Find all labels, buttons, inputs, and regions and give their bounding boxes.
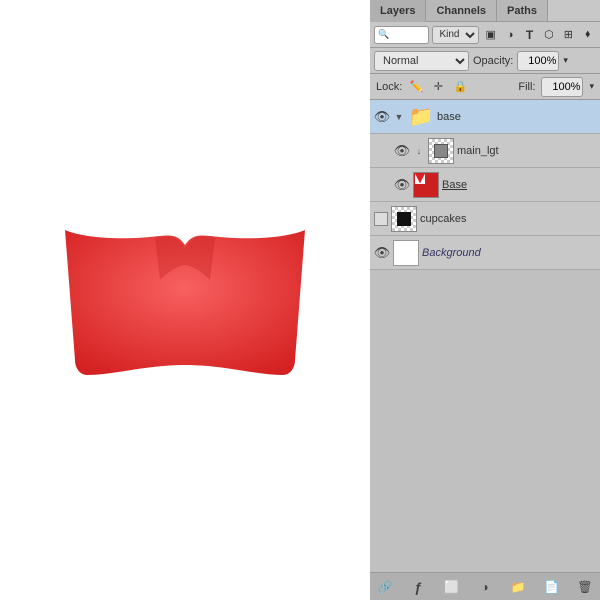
add-mask-btn[interactable]: ⬜ [443, 578, 461, 596]
lock-move-btn[interactable]: ✛ [430, 79, 446, 95]
fill-input[interactable] [541, 77, 583, 97]
layer-item-background[interactable]: 👁 Background [370, 236, 600, 270]
visibility-eye-base[interactable]: 👁 [374, 109, 390, 125]
kind-select[interactable]: Kind [432, 26, 479, 44]
layer-thumb-base [413, 172, 439, 198]
adjustment-filter-icon[interactable]: ◑ [502, 26, 518, 44]
layer-name-base-group: base [437, 111, 596, 123]
canvas [0, 0, 370, 600]
blend-mode-select[interactable]: Normal Multiply Screen Overlay [374, 51, 469, 71]
opacity-input[interactable] [517, 51, 559, 71]
layer-thumb-base-group: 📁 [408, 104, 434, 130]
blend-row: Normal Multiply Screen Overlay Opacity: … [370, 48, 600, 74]
lock-label: Lock: [376, 81, 402, 93]
fill-dropdown-arrow[interactable]: ▾ [589, 81, 594, 92]
toolbar-row: 🔍 Kind ▣ ◑ T ⬡ ⊞ ⬧ [370, 22, 600, 48]
pixel-filter-icon[interactable]: ▣ [482, 26, 498, 44]
visibility-checkbox-cupcakes[interactable] [374, 212, 388, 226]
add-style-btn[interactable]: ƒ [409, 578, 427, 596]
expand-base-group[interactable]: ▼ [393, 111, 405, 123]
visibility-eye-background[interactable]: 👁 [374, 245, 390, 261]
layer-item-base[interactable]: 👁 Base [370, 168, 600, 202]
layer-name-main-lgt: main_lgt [457, 145, 596, 157]
layer-name-cupcakes: cupcakes [420, 213, 596, 225]
bottom-bar: 🔗 ƒ ⬜ ◑ 📁 📄 🗑 [370, 572, 600, 600]
search-box[interactable]: 🔍 [374, 26, 429, 44]
tabs-row: Layers Channels Paths [370, 0, 600, 22]
add-adjustment-btn[interactable]: ◑ [476, 578, 494, 596]
shape-filter-icon[interactable]: ⬡ [541, 26, 557, 44]
visibility-eye-main-lgt[interactable]: 👁 [394, 143, 410, 159]
opacity-label: Opacity: [473, 55, 513, 67]
lock-all-btn[interactable]: 🔒 [452, 79, 468, 95]
smart-filter-icon[interactable]: ⊞ [560, 26, 576, 44]
layer-name-base: Base [442, 179, 596, 191]
opacity-dropdown-arrow[interactable]: ▾ [563, 55, 568, 66]
layer-item-base-group[interactable]: 👁 ▼ 📁 base [370, 100, 600, 134]
link-icon-main-lgt: ↓ [413, 145, 425, 157]
artwork [55, 220, 315, 380]
tab-paths[interactable]: Paths [497, 0, 548, 21]
pin-filter-icon[interactable]: ⬧ [580, 26, 596, 44]
layer-item-main-lgt[interactable]: 👁 ↓ main_lgt [370, 134, 600, 168]
tab-channels[interactable]: Channels [426, 0, 497, 21]
panels-area: Layers Channels Paths 🔍 Kind ▣ ◑ T ⬡ ⊞ ⬧… [370, 0, 600, 600]
fill-label: Fill: [518, 81, 535, 93]
layer-thumb-cupcakes [391, 206, 417, 232]
lock-pixels-btn[interactable]: ✏️ [408, 79, 424, 95]
layers-list: 👁 ▼ 📁 base 👁 ↓ main_lgt 👁 [370, 100, 600, 572]
lock-row: Lock: ✏️ ✛ 🔒 Fill: ▾ [370, 74, 600, 100]
type-filter-icon[interactable]: T [521, 26, 537, 44]
link-layers-btn[interactable]: 🔗 [376, 578, 394, 596]
visibility-eye-base-layer[interactable]: 👁 [394, 177, 410, 193]
layer-name-background: Background [422, 247, 596, 259]
delete-layer-btn[interactable]: 🗑 [576, 578, 594, 596]
new-layer-btn[interactable]: 📄 [543, 578, 561, 596]
tab-layers[interactable]: Layers [370, 0, 426, 22]
folder-icon: 📁 [409, 104, 434, 129]
layer-item-cupcakes[interactable]: cupcakes [370, 202, 600, 236]
new-group-btn[interactable]: 📁 [509, 578, 527, 596]
search-icon: 🔍 [378, 29, 389, 40]
layer-thumb-background [393, 240, 419, 266]
layer-thumb-main-lgt [428, 138, 454, 164]
